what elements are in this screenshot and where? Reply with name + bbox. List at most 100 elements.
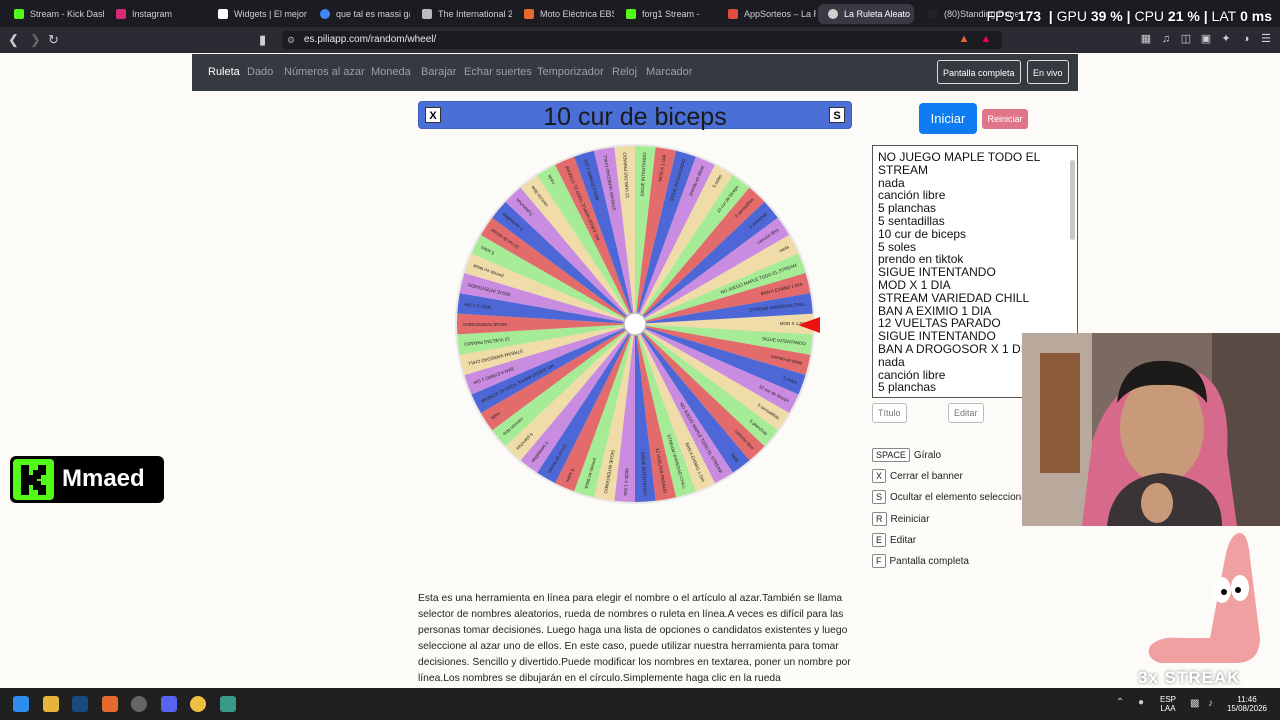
microphone-icon[interactable]: ● <box>1138 697 1144 708</box>
browser-tab-bar: Stream - Kick Dashb Instagram Widgets | … <box>0 0 1280 27</box>
shortcut-key: X <box>872 469 887 483</box>
address-bar-row: ❮ ❯ ↻ ▮ ⚙ es.piliapp.com/random/wheel/ ▲… <box>0 27 1280 53</box>
piliapp-icon <box>828 9 838 19</box>
site-navbar: Ruleta Dado Números al azar Moneda Baraj… <box>192 54 1078 91</box>
streak-counter: 3x STREAK <box>1138 668 1241 687</box>
wallet-icon[interactable]: ▣ <box>1200 33 1212 45</box>
hide-selected-button[interactable]: S <box>829 107 845 123</box>
nav-ruleta[interactable]: Ruleta <box>208 66 240 78</box>
windows-taskbar: ⌃ ● ESP LAA ▩ ♪ 11:46 15/08/2026 <box>0 688 1280 720</box>
google-icon <box>320 9 330 19</box>
shortcut-e: E Editar <box>872 533 916 547</box>
shortcut-f: F Pantalla completa <box>872 554 969 568</box>
rewards-icon[interactable]: ▲ <box>980 33 992 45</box>
list-scrollbar[interactable] <box>1070 160 1075 240</box>
list-item: STREAM VARIEDAD CHILL <box>878 290 1030 305</box>
leo-icon[interactable]: ✦ <box>1220 33 1232 45</box>
patrick-sticker <box>1148 533 1260 663</box>
spin-wheel[interactable]: MOD X 1 DIASIGUE INTENTANDOprendo en tik… <box>454 143 816 505</box>
brave-shields-icon[interactable]: ▲ <box>958 33 970 45</box>
reset-button[interactable]: Reiniciar <box>982 109 1028 129</box>
brave-icon <box>524 9 534 19</box>
webcam-overlay <box>1022 333 1280 526</box>
nav-dado[interactable]: Dado <box>247 66 273 78</box>
windows-start-icon[interactable] <box>13 696 29 712</box>
performance-overlay: FPS 173 | GPU 39 % | CPU 21 % | LAT 0 ms <box>986 8 1272 24</box>
shortcut-r: R Reiniciar <box>872 512 929 526</box>
extensions-icon[interactable]: ▦ <box>1140 33 1152 45</box>
tab-6[interactable]: forg1 Stream - <box>616 4 716 24</box>
description-text: Esta es una herramienta en línea para el… <box>418 593 851 684</box>
shortcut-key: R <box>872 512 887 526</box>
kick-logo-icon <box>13 459 54 500</box>
brave-icon[interactable] <box>102 696 118 712</box>
nav-temporizador[interactable]: Temporizador <box>537 66 604 78</box>
kick-icon <box>14 9 24 19</box>
shortcut-key: S <box>872 490 887 504</box>
shortcut-s: S Ocultar el elemento seleccionado <box>872 490 1038 504</box>
kick-username: Mmaed <box>62 465 145 492</box>
tab-5[interactable]: Moto Eléctrica EBS <box>514 4 614 24</box>
kick-username-overlay: Mmaed <box>10 456 164 503</box>
tray-overflow-icon[interactable]: ⌃ <box>1116 697 1124 708</box>
tab-0[interactable]: Stream - Kick Dashb <box>4 4 104 24</box>
clock[interactable]: 11:46 15/08/2026 <box>1222 695 1272 713</box>
appsorteos-icon <box>728 9 738 19</box>
shortcut-key: E <box>872 533 887 547</box>
calculator-icon[interactable] <box>220 696 236 712</box>
nav-echar-suertes[interactable]: Echar suertes <box>464 66 532 78</box>
media-icon[interactable]: ♫ <box>1160 33 1172 45</box>
list-item: 10 cur de biceps <box>878 226 967 241</box>
live-button[interactable]: En vivo <box>1027 60 1069 84</box>
shortcut-x: X Cerrar el banner <box>872 469 963 483</box>
vpn-icon[interactable]: ◑ <box>1240 33 1252 45</box>
network-icon[interactable]: ▩ <box>1190 698 1199 709</box>
tab-1[interactable]: Instagram <box>106 4 206 24</box>
edit-button[interactable]: Editar <box>948 403 984 423</box>
menu-icon[interactable]: ☰ <box>1260 33 1272 45</box>
wheel-pointer-icon <box>798 317 820 333</box>
url-field[interactable]: ⚙ es.piliapp.com/random/wheel/ <box>282 31 1002 49</box>
result-banner: X 10 cur de biceps S <box>419 102 851 131</box>
site-info-icon[interactable]: ⚙ <box>287 31 295 49</box>
volume-icon[interactable]: ♪ <box>1208 698 1213 709</box>
wheel-segment-label: SIGUE INTENTANDO <box>463 322 508 327</box>
discord-icon[interactable] <box>161 696 177 712</box>
bookmark-icon[interactable]: ▮ <box>259 32 266 48</box>
steam-icon[interactable] <box>72 696 88 712</box>
shortcut-key: SPACE <box>872 448 910 462</box>
kick-icon <box>626 9 636 19</box>
shortcut-key: F <box>872 554 886 568</box>
nav-moneda[interactable]: Moneda <box>371 66 411 78</box>
tab-active[interactable]: La Ruleta Aleato× <box>818 4 914 24</box>
steam-icon <box>422 9 432 19</box>
widgets-icon <box>218 9 228 19</box>
tiktok-icon <box>928 9 938 19</box>
tab-2[interactable]: Widgets | El mejor s <box>208 4 308 24</box>
nav-marcador[interactable]: Marcador <box>646 66 692 78</box>
fullscreen-button[interactable]: Pantalla completa <box>937 60 1021 84</box>
nav-reloj[interactable]: Reloj <box>612 66 637 78</box>
tab-7[interactable]: AppSorteos – La Re <box>718 4 816 24</box>
reload-icon[interactable]: ↻ <box>48 32 59 48</box>
title-button[interactable]: Título <box>872 403 907 423</box>
obs-icon[interactable] <box>131 696 147 712</box>
tab-4[interactable]: The International 2 <box>412 4 512 24</box>
wheel-center-hub <box>623 312 647 336</box>
instagram-icon <box>116 9 126 19</box>
tab-3[interactable]: que tal es massi ga <box>310 4 410 24</box>
list-item: 5 sentadillas <box>878 213 945 228</box>
list-item: MOD X 1 DIA <box>878 277 951 292</box>
nav-barajar[interactable]: Barajar <box>421 66 456 78</box>
language-indicator[interactable]: ESP LAA <box>1156 695 1180 713</box>
nav-numeros[interactable]: Números al azar <box>284 66 365 78</box>
shortcut-space: SPACE Gíralo <box>872 448 941 462</box>
list-item: NO JUEGO MAPLE TODO EL STREAM <box>878 150 1040 177</box>
file-explorer-icon[interactable] <box>43 696 59 712</box>
chrome-icon[interactable] <box>190 696 206 712</box>
forward-icon[interactable]: ❯ <box>30 32 41 48</box>
back-icon[interactable]: ❮ <box>8 32 19 48</box>
sidebar-icon[interactable]: ◫ <box>1180 33 1192 45</box>
start-spin-button[interactable]: Iniciar <box>919 103 977 134</box>
selected-result: 10 cur de biceps <box>543 103 727 131</box>
